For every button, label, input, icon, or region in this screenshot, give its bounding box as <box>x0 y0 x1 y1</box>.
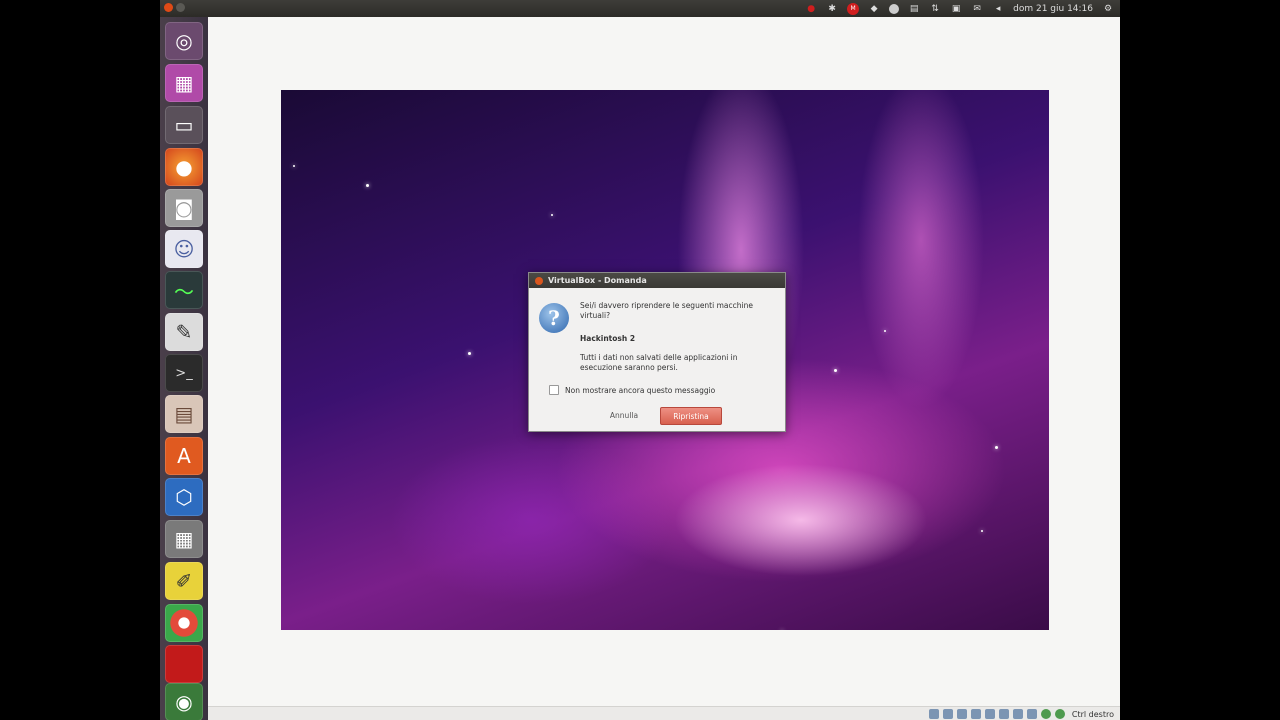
workspace-switcher-icon[interactable]: ▦ <box>165 64 203 102</box>
mail-icon[interactable]: ✉ <box>971 3 983 15</box>
notes-icon[interactable]: ✐ <box>165 562 203 600</box>
mouse-integration-icon[interactable] <box>1054 709 1065 719</box>
launcher: ◎ ▦ ▭ ● ◙ ☺ 〜 ✎ >_ ▤ A ⬡ ▦ ✐ ◉ <box>160 17 209 720</box>
chat-icon[interactable] <box>889 3 900 14</box>
dialog-close-button[interactable] <box>535 276 543 285</box>
disk-utility-icon[interactable]: ◉ <box>165 683 203 720</box>
star <box>995 446 998 449</box>
text-editor-icon[interactable]: ✎ <box>165 313 203 351</box>
keyboard-icon[interactable]: ▤ <box>908 3 920 15</box>
star <box>834 369 837 372</box>
guest-desktop[interactable]: VirtualBox - Domanda ? Sei/i davvero rip… <box>281 90 1049 630</box>
pidgin-icon[interactable]: ☺ <box>165 230 203 268</box>
machine-name: Hackintosh 2 <box>580 334 636 343</box>
top-panel: ● ✱ M ◆ ▤ ⇅ ▣ ✉ ◂ dom 21 giu 14:16 ⚙ <box>160 0 1120 17</box>
star <box>468 352 471 355</box>
display-icon[interactable] <box>1012 709 1023 719</box>
star <box>981 530 983 532</box>
system-monitor-icon[interactable]: 〜 <box>165 271 203 309</box>
mail-badge-icon[interactable]: M <box>847 2 860 15</box>
question-icon: ? <box>539 303 569 333</box>
firefox-icon[interactable]: ● <box>165 148 203 186</box>
hard-disk-icon[interactable] <box>928 709 939 719</box>
files-bar-icon[interactable]: ▭ <box>165 106 203 144</box>
dropbox-icon[interactable]: ◆ <box>868 3 880 15</box>
red-app-icon[interactable] <box>165 645 203 683</box>
system-tray: ● ✱ M ◆ ▤ ⇅ ▣ ✉ ◂ dom 21 giu 14:16 ⚙ <box>805 2 1114 15</box>
host-key-label: Ctrl destro <box>1071 709 1114 719</box>
cancel-button[interactable]: Annulla <box>594 408 654 423</box>
software-center-icon[interactable]: A <box>165 437 203 475</box>
star <box>293 165 295 167</box>
checkbox-label: Non mostrare ancora questo messaggio <box>565 385 716 395</box>
status-icons: Ctrl destro <box>928 709 1114 719</box>
dialog-titlebar: VirtualBox - Domanda <box>529 273 785 288</box>
record-icon[interactable]: ● <box>805 3 817 15</box>
network-icon[interactable]: ⇅ <box>929 3 941 15</box>
ubuntu-dash-icon[interactable]: ◎ <box>165 22 203 60</box>
star <box>366 184 369 187</box>
file-manager-icon[interactable]: ▤ <box>165 395 203 433</box>
question-dialog: VirtualBox - Domanda ? Sei/i davvero rip… <box>528 272 786 432</box>
window-controls <box>164 3 185 12</box>
minimize-window-button[interactable] <box>176 3 185 12</box>
dialog-title: VirtualBox - Domanda <box>548 276 647 285</box>
virtualbox-icon[interactable]: ⬡ <box>165 478 203 516</box>
star <box>551 214 553 216</box>
cpu-icon[interactable] <box>1040 709 1051 719</box>
clock[interactable]: dom 21 giu 14:16 <box>1013 4 1093 14</box>
settings-icon[interactable]: ⚙ <box>1102 3 1114 15</box>
bluetooth-icon[interactable]: ✱ <box>826 3 838 15</box>
screenshot-icon[interactable]: ◙ <box>165 189 203 227</box>
capture-icon[interactable] <box>1026 709 1037 719</box>
terminal-icon[interactable]: >_ <box>165 354 203 392</box>
chrome-icon[interactable] <box>165 604 203 642</box>
dialog-question: Sei/i davvero riprendere le seguenti mac… <box>580 301 753 320</box>
usb-icon[interactable] <box>984 709 995 719</box>
vm-status-bar: Ctrl destro <box>208 706 1120 720</box>
network-status-icon[interactable] <box>970 709 981 719</box>
virtualbox-vm-window: VirtualBox - Domanda ? Sei/i davvero rip… <box>208 17 1120 706</box>
battery-icon[interactable]: ▣ <box>950 3 962 15</box>
volume-icon[interactable]: ◂ <box>992 3 1004 15</box>
calculator-icon[interactable]: ▦ <box>165 520 203 558</box>
dialog-warning: Tutti i dati non salvati delle applicazi… <box>580 353 738 372</box>
dont-show-again-checkbox[interactable]: Non mostrare ancora questo messaggio <box>549 385 715 395</box>
shared-folders-icon[interactable] <box>998 709 1009 719</box>
desktop: ● ✱ M ◆ ▤ ⇅ ▣ ✉ ◂ dom 21 giu 14:16 ⚙ ◎ ▦… <box>160 0 1120 720</box>
checkbox-box[interactable] <box>549 385 559 395</box>
audio-icon[interactable] <box>956 709 967 719</box>
restore-button[interactable]: Ripristina <box>660 407 722 425</box>
optical-drive-icon[interactable] <box>942 709 953 719</box>
close-window-button[interactable] <box>164 3 173 12</box>
star <box>884 330 886 332</box>
